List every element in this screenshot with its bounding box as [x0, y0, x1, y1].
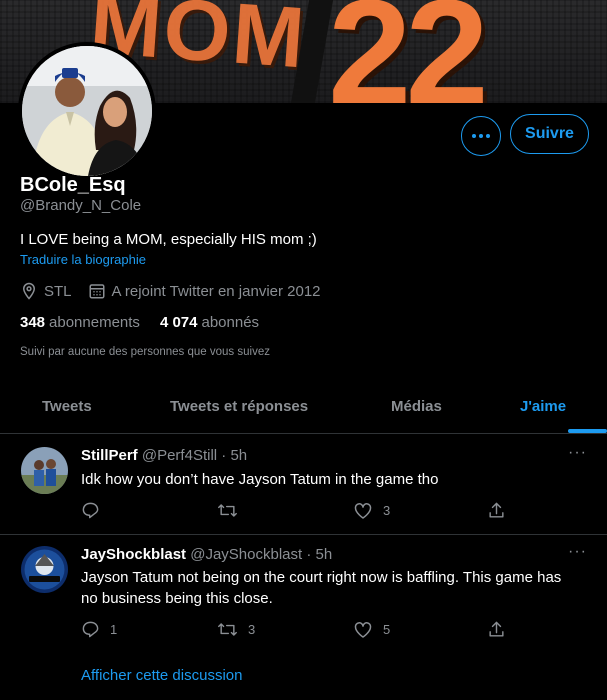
- retweet-button[interactable]: [217, 501, 248, 520]
- share-icon: [489, 621, 504, 637]
- following-label: abonnements: [49, 314, 140, 331]
- show-thread-link[interactable]: Afficher cette discussion: [81, 667, 242, 684]
- followers-count: 4 074: [159, 314, 198, 331]
- reply-button[interactable]: [81, 501, 110, 520]
- tweet-avatar-photo: [21, 447, 68, 494]
- translate-bio-link[interactable]: Traduire la biographie: [20, 252, 146, 267]
- tweet-text: Idk how you don’t have Jayson Tatum in t…: [81, 471, 439, 488]
- active-tab-indicator: [568, 429, 607, 433]
- tab-tweets-replies[interactable]: Tweets et réponses: [170, 398, 308, 415]
- followed-by-text: Suivi par aucune des personnes que vous …: [20, 346, 270, 358]
- like-count: 5: [383, 622, 391, 637]
- tweet-avatar[interactable]: [21, 546, 68, 593]
- followers-link[interactable]: 4 074 abonnés: [160, 314, 259, 331]
- reply-icon: [82, 502, 99, 519]
- retweet-icon: [218, 504, 237, 517]
- share-icon: [489, 502, 504, 518]
- follow-button[interactable]: Suivre: [510, 114, 589, 154]
- profile-location: STL: [44, 282, 72, 300]
- profile-display-name: BCole_Esq: [20, 174, 126, 196]
- followers-label: abonnés: [201, 314, 260, 331]
- tweet-display-name[interactable]: StillPerf: [81, 447, 138, 464]
- share-button[interactable]: [487, 620, 506, 639]
- reply-count: 1: [110, 622, 118, 637]
- tweet-more-button[interactable]: ···: [568, 543, 587, 561]
- tweet-item[interactable]: StillPerf @Perf4Still · 5h ··· Idk how y…: [0, 434, 607, 535]
- tweet-avatar[interactable]: [21, 447, 68, 494]
- profile-stats: 348 abonnements 4 074 abonnés: [20, 314, 259, 331]
- like-button[interactable]: 5: [353, 620, 390, 639]
- profile-meta: STL A rejoint Twitter en janvier 2012: [20, 282, 321, 300]
- tab-likes[interactable]: J'aime: [520, 398, 566, 415]
- more-options-button[interactable]: [461, 116, 501, 156]
- tweet-display-name[interactable]: JayShockblast: [81, 546, 186, 563]
- location-icon: [22, 282, 36, 300]
- more-dots-icon: [472, 134, 490, 138]
- tweet-meta: @JayShockblast · 5h: [190, 546, 333, 563]
- tab-media[interactable]: Médias: [391, 398, 442, 415]
- like-count: 3: [383, 503, 391, 518]
- tweet-more-button[interactable]: ···: [568, 444, 587, 462]
- heart-icon: [354, 503, 372, 519]
- tweet-meta: @Perf4Still · 5h: [141, 447, 248, 464]
- tweet-header: JayShockblast @JayShockblast · 5h: [81, 546, 332, 563]
- profile-avatar[interactable]: [18, 42, 156, 180]
- tab-tweets[interactable]: Tweets: [42, 398, 92, 415]
- banner-jersey-number: 22: [328, 0, 489, 103]
- following-link[interactable]: 348 abonnements: [20, 314, 140, 331]
- profile-joined: A rejoint Twitter en janvier 2012: [111, 282, 321, 300]
- share-button[interactable]: [487, 501, 506, 520]
- retweet-count: 3: [248, 622, 256, 637]
- tweet-text: Jayson Tatum not being on the court righ…: [81, 569, 562, 607]
- calendar-icon: [89, 284, 105, 299]
- retweet-button[interactable]: 3: [217, 620, 255, 639]
- reply-icon: [82, 621, 99, 638]
- profile-handle: @Brandy_N_Cole: [20, 197, 142, 214]
- profile-bio: I LOVE being a MOM, especially HIS mom ;…: [20, 231, 317, 248]
- tweet-header: StillPerf @Perf4Still · 5h: [81, 447, 247, 464]
- following-count: 348: [20, 314, 46, 331]
- avatar-photo: [22, 46, 152, 176]
- reply-button[interactable]: 1: [81, 620, 117, 639]
- tweet-avatar-photo: [21, 546, 68, 593]
- profile-tabs: Tweets Tweets et réponses Médias J'aime: [0, 380, 607, 434]
- like-button[interactable]: 3: [353, 501, 390, 520]
- retweet-icon: [218, 623, 237, 636]
- heart-icon: [354, 622, 372, 638]
